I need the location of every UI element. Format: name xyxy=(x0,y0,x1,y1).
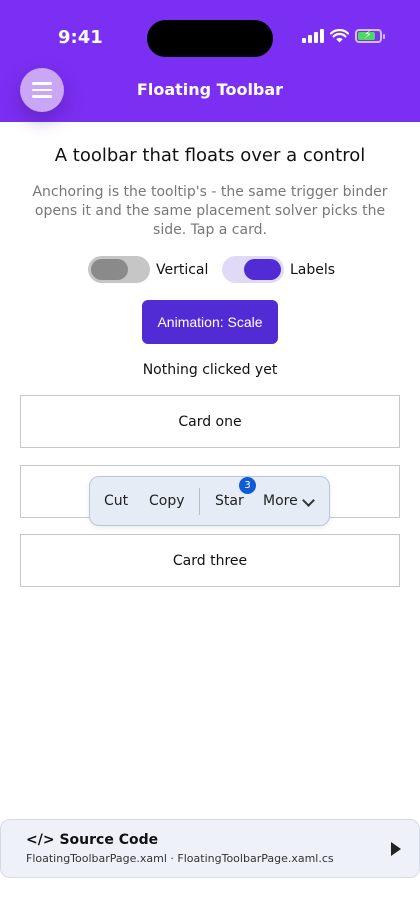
cut-button[interactable]: Cut xyxy=(104,477,128,525)
chevron-down-icon xyxy=(302,494,315,507)
play-icon[interactable] xyxy=(391,842,401,856)
source-code-panel[interactable]: </> Source Code FloatingToolbarPage.xaml… xyxy=(0,819,420,878)
more-button[interactable]: More xyxy=(263,477,298,525)
description: Anchoring is the tooltip's - the same tr… xyxy=(32,184,388,238)
toggle-row: Vertical Labels xyxy=(0,256,420,284)
wifi-icon xyxy=(330,29,349,43)
animation-button[interactable]: Animation: Scale xyxy=(142,300,278,344)
source-files: FloatingToolbarPage.xaml · FloatingToolb… xyxy=(26,852,334,865)
status-time: 9:41 xyxy=(58,27,103,48)
labels-label: Labels xyxy=(290,261,336,278)
signal-icon xyxy=(302,29,324,43)
copy-button[interactable]: Copy xyxy=(149,477,185,525)
vertical-switch[interactable] xyxy=(88,256,150,283)
app-header: 9:41 ⚡ Floating Toolbar xyxy=(0,0,420,122)
battery-icon: ⚡ xyxy=(355,28,385,43)
status-text: Nothing clicked yet xyxy=(142,362,278,378)
star-badge: 3 xyxy=(239,477,256,494)
vertical-label: Vertical xyxy=(156,261,209,278)
toolbar-divider xyxy=(199,488,200,515)
page-title: Floating Toolbar xyxy=(136,80,284,99)
card-three[interactable]: Card three xyxy=(20,534,400,587)
section-heading: A toolbar that floats over a control xyxy=(54,145,366,166)
code-icon: </> xyxy=(26,832,55,848)
card-one[interactable]: Card one xyxy=(20,395,400,448)
source-title: </> Source Code xyxy=(26,832,158,848)
vertical-toggle[interactable]: Vertical xyxy=(88,256,208,283)
source-title-label: Source Code xyxy=(59,832,159,848)
labels-toggle[interactable]: Labels xyxy=(222,256,335,283)
dynamic-island xyxy=(147,20,273,57)
status-icons: ⚡ xyxy=(302,28,385,43)
labels-switch[interactable] xyxy=(222,256,284,283)
floating-toolbar: Cut Copy Star 3 More xyxy=(89,476,330,526)
